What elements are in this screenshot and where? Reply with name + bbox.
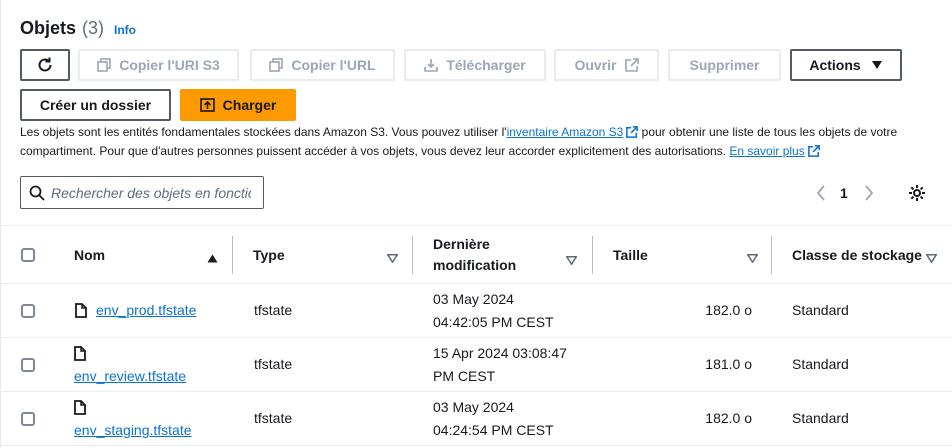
copy-icon bbox=[269, 58, 284, 72]
search-icon bbox=[29, 185, 45, 201]
modified-cell: 15 Apr 2024 03:08:47 PM CEST bbox=[433, 342, 567, 388]
column-name[interactable]: Nom bbox=[54, 226, 233, 284]
file-name-link[interactable]: env_staging.tfstate bbox=[74, 422, 192, 438]
type-cell: tfstate bbox=[254, 302, 293, 318]
inventory-link[interactable]: inventaire Amazon S3 bbox=[507, 125, 624, 139]
upload-button[interactable]: Charger bbox=[180, 89, 296, 121]
copy-url-button[interactable]: Copier l'URL bbox=[250, 49, 395, 81]
size-cell: 182.0 o bbox=[705, 410, 752, 426]
objects-table: Nom Type Dernière modification Taille Cl… bbox=[1, 225, 952, 446]
column-last-modified[interactable]: Dernière modification bbox=[413, 226, 593, 284]
learn-more-link[interactable]: En savoir plus bbox=[729, 144, 804, 158]
settings-gear-icon[interactable] bbox=[908, 184, 926, 202]
sort-icon bbox=[925, 250, 938, 266]
object-count: (3) bbox=[82, 18, 105, 38]
file-name-cell: env_staging.tfstate bbox=[74, 396, 192, 442]
next-page-icon[interactable] bbox=[864, 185, 874, 201]
download-icon bbox=[424, 58, 439, 72]
actions-label: Actions bbox=[809, 57, 861, 73]
row-checkbox[interactable] bbox=[21, 358, 35, 372]
copy-url-label: Copier l'URL bbox=[291, 57, 376, 73]
table-row[interactable]: env_staging.tfstate tfstate 03 May 2024 … bbox=[1, 392, 952, 446]
search-input[interactable] bbox=[51, 184, 251, 201]
copy-s3-uri-button[interactable]: Copier l'URI S3 bbox=[78, 49, 239, 81]
row-checkbox[interactable] bbox=[21, 412, 35, 426]
column-name-label: Nom bbox=[74, 247, 106, 263]
size-cell: 182.0 o bbox=[705, 302, 752, 318]
create-folder-label: Créer un dossier bbox=[39, 97, 152, 113]
modified-line-1: 03 May 2024 bbox=[433, 291, 514, 307]
header-select-cell bbox=[1, 226, 54, 284]
search-box[interactable] bbox=[20, 176, 264, 209]
storage-class-cell: Standard bbox=[792, 356, 849, 372]
file-name-link[interactable]: env_review.tfstate bbox=[74, 368, 186, 384]
refresh-icon bbox=[38, 57, 52, 72]
delete-button[interactable]: Supprimer bbox=[668, 49, 781, 81]
sort-ascending-icon bbox=[207, 250, 218, 266]
copy-icon bbox=[97, 58, 112, 72]
sort-icon bbox=[386, 250, 399, 266]
file-name-link[interactable]: env_prod.tfstate bbox=[96, 299, 196, 322]
table-header: Nom Type Dernière modification Taille Cl… bbox=[1, 225, 952, 284]
table-row[interactable]: env_review.tfstate tfstate 15 Apr 2024 0… bbox=[1, 338, 952, 392]
copy-s3-uri-label: Copier l'URI S3 bbox=[119, 57, 220, 73]
storage-class-cell: Standard bbox=[792, 302, 849, 318]
type-cell: tfstate bbox=[254, 356, 293, 372]
modified-cell: 03 May 2024 04:42:05 PM CEST bbox=[433, 288, 554, 334]
objects-panel: Objets (3) Info Copier l'URI S3 Copier l… bbox=[0, 0, 952, 448]
modified-line-2: 04:42:05 PM CEST bbox=[433, 314, 554, 330]
open-label: Ouvrir bbox=[574, 57, 617, 73]
column-type[interactable]: Type bbox=[233, 226, 413, 284]
modified-line-1: 03 May 2024 bbox=[433, 399, 514, 415]
column-size[interactable]: Taille bbox=[593, 226, 772, 284]
external-link-icon bbox=[626, 126, 639, 143]
pagination: 1 bbox=[816, 183, 874, 203]
file-name-cell: env_prod.tfstate bbox=[75, 299, 196, 322]
modified-line-2: PM CEST bbox=[433, 368, 496, 384]
external-link-icon bbox=[807, 145, 820, 162]
select-all-checkbox[interactable] bbox=[21, 248, 35, 262]
column-modified-label-2: modification bbox=[433, 257, 517, 273]
current-page[interactable]: 1 bbox=[840, 185, 848, 201]
column-storage-class[interactable]: Classe de stockage bbox=[772, 226, 952, 284]
open-button[interactable]: Ouvrir bbox=[554, 49, 659, 81]
upload-icon bbox=[199, 98, 215, 112]
row-checkbox[interactable] bbox=[21, 304, 35, 318]
delete-label: Supprimer bbox=[689, 57, 760, 73]
column-size-label: Taille bbox=[613, 247, 648, 263]
section-header: Objets (3) Info bbox=[20, 18, 136, 44]
sort-icon bbox=[565, 250, 578, 271]
modified-line-2: 04:24:54 PM CEST bbox=[433, 422, 554, 438]
download-label: Télécharger bbox=[446, 57, 526, 73]
previous-page-icon[interactable] bbox=[816, 185, 826, 201]
external-link-icon bbox=[624, 58, 639, 72]
table-row[interactable]: env_prod.tfstate tfstate 03 May 2024 04:… bbox=[1, 284, 952, 338]
objects-description: Les objets sont les entités fondamentale… bbox=[20, 124, 930, 162]
create-folder-button[interactable]: Créer un dossier bbox=[20, 89, 171, 121]
file-icon bbox=[75, 303, 87, 318]
refresh-button[interactable] bbox=[20, 49, 70, 81]
column-modified-label-1: Dernière bbox=[433, 236, 490, 252]
download-button[interactable]: Télécharger bbox=[404, 49, 546, 81]
sort-icon bbox=[746, 250, 759, 266]
file-icon bbox=[74, 342, 186, 365]
type-cell: tfstate bbox=[254, 410, 293, 426]
actions-dropdown[interactable]: Actions bbox=[790, 49, 902, 81]
file-name-cell: env_review.tfstate bbox=[74, 342, 186, 388]
description-text-1: Les objets sont les entités fondamentale… bbox=[20, 125, 507, 139]
caret-down-icon bbox=[871, 60, 883, 70]
upload-label: Charger bbox=[222, 97, 277, 113]
size-cell: 181.0 o bbox=[705, 356, 752, 372]
section-title: Objets bbox=[20, 18, 77, 38]
info-link[interactable]: Info bbox=[114, 23, 136, 37]
file-icon bbox=[74, 396, 192, 419]
storage-class-cell: Standard bbox=[792, 410, 849, 426]
modified-cell: 03 May 2024 04:24:54 PM CEST bbox=[433, 396, 554, 442]
modified-line-1: 15 Apr 2024 03:08:47 bbox=[433, 345, 567, 361]
column-type-label: Type bbox=[253, 247, 285, 263]
column-storage-label: Classe de stockage bbox=[792, 247, 922, 263]
